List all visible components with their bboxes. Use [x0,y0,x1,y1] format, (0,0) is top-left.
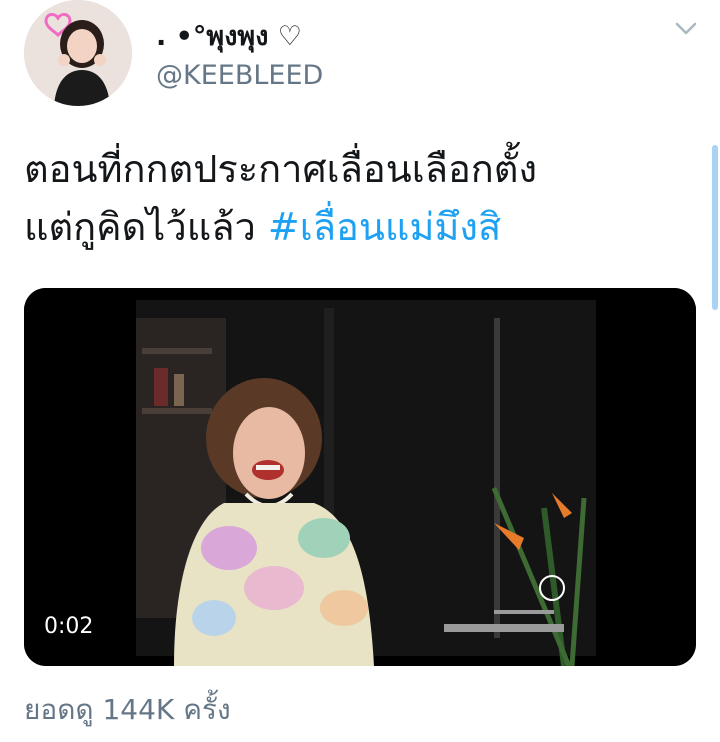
display-name[interactable]: . •°พุงพุง ♡ [156,14,302,57]
view-count: ยอดดู 144K ครั้ง [24,693,231,726]
tweet: . •°พุงพุง ♡ @KEEBLEED ตอนที่กกตประกาศเล… [0,0,720,742]
hashtag-link[interactable]: #เลื่อนแม่มึงสิ [268,205,501,249]
tweet-text-line-2: แต่กูคิดไว้แล้ว #เลื่อนแม่มึงสิ [24,198,694,256]
tweet-text-line-1: ตอนที่กกตประกาศเลื่อนเลือกตั้ง [24,147,538,191]
chevron-down-icon[interactable] [672,14,700,42]
video-frame [24,288,696,666]
tweet-text-line-2-body: แต่กูคิดไว้แล้ว [24,205,268,249]
scrollbar[interactable] [712,145,718,310]
avatar-photo [24,0,132,106]
user-handle[interactable]: @KEEBLEED [156,60,323,91]
tweet-text: ตอนที่กกตประกาศเลื่อนเลือกตั้ง แต่กูคิดไ… [24,140,694,256]
video-player[interactable] [24,288,696,666]
avatar[interactable] [24,0,132,106]
video-duration: 0:02 [44,614,94,639]
